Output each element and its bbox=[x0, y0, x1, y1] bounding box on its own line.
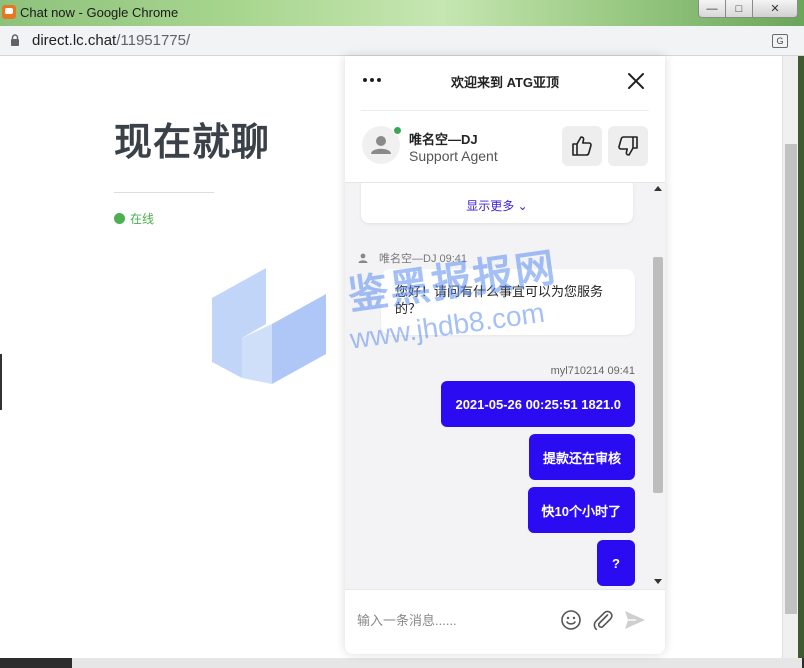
taskbar-edge bbox=[0, 658, 804, 668]
maximize-button[interactable]: □ bbox=[725, 0, 753, 18]
page-title: 现在就聊 bbox=[114, 122, 271, 164]
agent-message-meta: 唯名空—DJ 09:41 bbox=[357, 250, 467, 266]
desktop-edge bbox=[798, 56, 804, 668]
online-dot-icon bbox=[114, 213, 125, 224]
title-bar: Chat now - Google Chrome — □ ✕ bbox=[0, 0, 804, 26]
divider bbox=[114, 192, 214, 193]
status-label: 在线 bbox=[130, 212, 155, 226]
agent-message-bubble: 您好！请问有什么事宜可以为您服务的？ bbox=[381, 269, 635, 335]
browser-window: Chat now - Google Chrome — □ ✕ direct.lc… bbox=[0, 0, 804, 668]
visitor-message-bubble: ? bbox=[597, 540, 635, 586]
rate-good-button[interactable] bbox=[562, 126, 602, 166]
rate-bad-button[interactable] bbox=[608, 126, 648, 166]
visitor-message-bubble: 2021-05-26 00:25:51 1821.0 bbox=[441, 381, 635, 427]
page-scrollbar-thumb[interactable] bbox=[785, 144, 797, 614]
page-scrollbar[interactable] bbox=[782, 56, 798, 658]
minimize-button[interactable]: — bbox=[698, 0, 726, 18]
thumbs-down-icon bbox=[618, 136, 638, 156]
agent-message-author-time: 唯名空—DJ 09:41 bbox=[379, 253, 468, 265]
left-edge-handle bbox=[0, 354, 2, 410]
taskbar-strip bbox=[72, 658, 802, 668]
show-more-link[interactable]: 显示更多 ⌄ bbox=[361, 197, 633, 214]
lock-icon bbox=[11, 34, 19, 46]
message-scrollbar[interactable] bbox=[651, 183, 665, 589]
message-composer bbox=[345, 589, 665, 654]
message-list[interactable]: 显示更多 ⌄ 唯名空—DJ 09:41 您好！请问有什么事宜可以为您服务的？ m… bbox=[345, 183, 651, 589]
chat-title: 欢迎来到 ATG亚顶 bbox=[450, 75, 560, 90]
visitor-message-bubble: 快10个小时了 bbox=[527, 487, 635, 533]
close-window-button[interactable]: ✕ bbox=[752, 0, 798, 18]
message-input[interactable] bbox=[357, 606, 547, 634]
chat-widget: 欢迎来到 ATG亚顶 唯名空—DJ Support Agent 显示更多 ⌄ 唯… bbox=[345, 56, 665, 654]
previous-card: 显示更多 ⌄ bbox=[361, 183, 633, 223]
scroll-up-icon[interactable] bbox=[654, 186, 662, 191]
chat-app-icon bbox=[2, 5, 16, 19]
emoji-icon[interactable] bbox=[559, 608, 583, 632]
scroll-down-icon[interactable] bbox=[654, 579, 662, 584]
agent-small-icon bbox=[358, 253, 368, 263]
url-path: /11951775/ bbox=[116, 32, 191, 49]
url-host: direct.lc.chat bbox=[32, 32, 117, 49]
visitor-message-meta: myl710214 09:41 bbox=[550, 365, 635, 377]
translate-icon[interactable]: G bbox=[772, 34, 788, 48]
agent-role: Support Agent bbox=[409, 148, 498, 164]
status-indicator: 在线 bbox=[114, 210, 154, 227]
header-divider bbox=[361, 110, 649, 111]
visitor-message-bubble: 提款还在审核 bbox=[528, 434, 635, 480]
agent-online-dot bbox=[393, 126, 402, 135]
chat-header: 欢迎来到 ATG亚顶 唯名空—DJ Support Agent bbox=[345, 56, 665, 183]
url-text[interactable]: direct.lc.chat/11951775/ bbox=[32, 32, 190, 49]
paperclip-icon[interactable] bbox=[591, 608, 615, 632]
agent-name: 唯名空—DJ bbox=[409, 132, 478, 147]
window-title: Chat now - Google Chrome bbox=[20, 5, 179, 20]
address-bar[interactable]: direct.lc.chat/11951775/ G bbox=[0, 26, 804, 56]
close-icon[interactable] bbox=[623, 68, 649, 94]
send-icon[interactable] bbox=[623, 608, 647, 632]
message-scrollbar-thumb[interactable] bbox=[653, 257, 663, 493]
thumbs-up-icon bbox=[572, 136, 592, 156]
